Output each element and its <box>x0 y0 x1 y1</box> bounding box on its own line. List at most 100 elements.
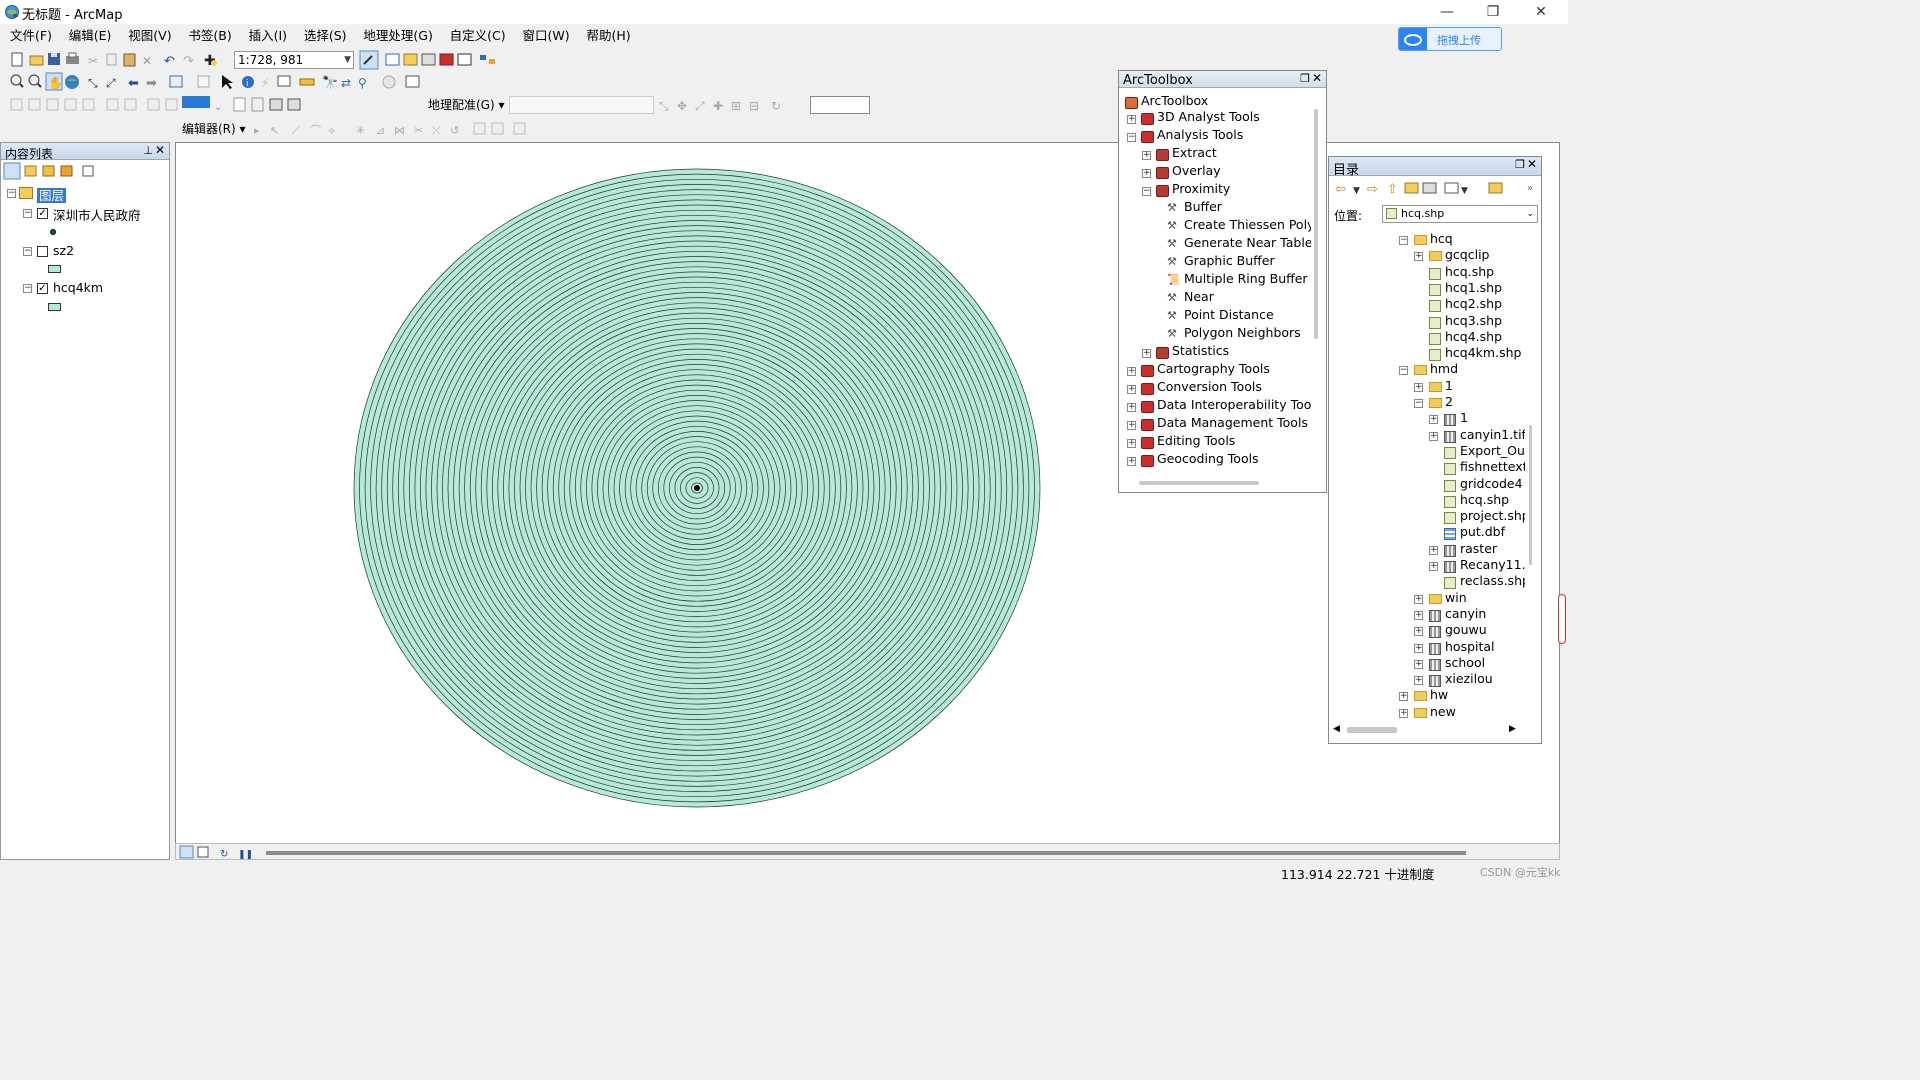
pin-icon[interactable]: ⊥ <box>143 144 153 157</box>
catalog-item[interactable]: new <box>1430 704 1456 719</box>
rotate-tool-icon[interactable]: ↺ <box>450 124 459 137</box>
layout-view-icon[interactable] <box>251 97 264 112</box>
add-data-icon[interactable]: ✚ <box>204 53 217 69</box>
zoom-in-icon[interactable] <box>10 74 24 88</box>
catalog-item[interactable]: raster <box>1460 541 1497 556</box>
copy-icon[interactable] <box>106 53 117 66</box>
expand-icon[interactable]: + <box>1142 349 1151 358</box>
toc-options-icon[interactable] <box>82 165 94 177</box>
layout-view-icon[interactable] <box>197 846 209 858</box>
back-extent-icon[interactable]: ⬅ <box>128 76 139 91</box>
arctoolbox-item[interactable]: Statistics <box>1172 343 1229 358</box>
chevron-down-icon[interactable]: ⌄ <box>214 102 222 113</box>
menu-view[interactable]: 视图(V) <box>128 26 171 46</box>
arctoolbox-item[interactable]: Point Distance <box>1184 307 1274 322</box>
print-icon[interactable] <box>66 52 79 64</box>
georeferencing-menu[interactable]: 地理配准(G) ▾ <box>428 96 505 113</box>
close-button[interactable]: ✕ <box>1518 0 1564 24</box>
html-popup-icon[interactable] <box>277 75 291 87</box>
catalog-item[interactable]: 2 <box>1445 394 1453 409</box>
viewer-window-icon[interactable] <box>405 75 420 88</box>
catalog-item[interactable]: school <box>1445 655 1485 670</box>
collapse-icon[interactable]: − <box>1142 187 1151 196</box>
save-icon[interactable] <box>48 53 60 65</box>
close-icon[interactable]: ✕ <box>1312 71 1322 85</box>
catalog-item[interactable]: gcqclip <box>1445 247 1490 262</box>
expand-icon[interactable]: + <box>1127 403 1136 412</box>
refresh-view-icon[interactable]: ↻ <box>220 849 228 860</box>
full-extent-icon[interactable] <box>65 75 79 89</box>
catalog-item[interactable]: 1 <box>1460 410 1468 425</box>
list-by-visibility-icon[interactable] <box>42 165 55 177</box>
redo-icon[interactable]: ↷ <box>183 54 195 69</box>
rotate-icon[interactable]: ⤡ <box>659 99 669 113</box>
expand-icon[interactable]: + <box>1414 643 1423 653</box>
pause-drawing-icon[interactable]: ❚❚ <box>238 850 253 860</box>
arctoolbox-item[interactable]: Data Management Tools <box>1157 415 1308 430</box>
menu-edit[interactable]: 编辑(E) <box>69 26 112 46</box>
catalog-item[interactable]: hcq.shp <box>1460 492 1509 507</box>
page-scroll-indicator[interactable] <box>1558 594 1566 644</box>
close-icon[interactable]: ✕ <box>1527 157 1537 171</box>
select-features-icon[interactable] <box>169 75 183 88</box>
catalog-item[interactable]: hcq3.shp <box>1445 313 1502 328</box>
list-by-source-icon[interactable] <box>24 165 37 177</box>
arctoolbox-item[interactable]: Buffer <box>1184 199 1222 214</box>
python-window-icon[interactable] <box>457 53 472 66</box>
select-elements-icon[interactable] <box>222 75 233 89</box>
menu-insert[interactable]: 插入(I) <box>249 26 287 46</box>
attributes-icon[interactable] <box>473 122 486 135</box>
catalog-item[interactable]: Export_Output <box>1460 443 1525 458</box>
catalog-item[interactable]: hospital <box>1445 639 1495 654</box>
expand-icon[interactable]: + <box>1399 708 1408 718</box>
close-icon[interactable]: ✕ <box>155 143 165 157</box>
table-of-contents-icon[interactable] <box>385 53 400 66</box>
expand-icon[interactable]: + <box>1429 415 1438 425</box>
catalog-item[interactable]: canyin <box>1445 606 1486 621</box>
menu-customize[interactable]: 自定义(C) <box>450 26 506 46</box>
catalog-item[interactable]: gouwu <box>1445 622 1487 637</box>
layer-name[interactable]: 深圳市人民政府 <box>53 205 141 224</box>
expand-icon[interactable]: + <box>1414 676 1423 686</box>
scroll-left-icon[interactable]: ◀ <box>1333 724 1340 734</box>
zoom-in-layout-icon[interactable] <box>10 98 23 111</box>
zoom-out-layout-icon[interactable] <box>28 98 41 111</box>
change-layout-icon[interactable] <box>269 98 283 111</box>
fixed-zoom-out-icon[interactable]: ⤢ <box>105 76 116 90</box>
layer-expander[interactable]: − <box>23 209 32 218</box>
arctoolbox-icon[interactable] <box>439 53 454 66</box>
collapse-icon[interactable]: − <box>1399 236 1408 245</box>
maximize-button[interactable]: ❐ <box>1470 0 1516 24</box>
zoom-out-icon[interactable] <box>28 74 42 88</box>
arctoolbox-item[interactable]: Graphic Buffer <box>1184 253 1275 268</box>
map-horizontal-scrollbar[interactable] <box>266 851 1466 855</box>
arctoolbox-item[interactable]: Create Thiessen Polygons <box>1184 217 1311 232</box>
create-features-icon[interactable] <box>513 122 526 135</box>
add-control-points-icon[interactable]: ✚ <box>713 99 723 113</box>
go-to-xy-icon[interactable]: ⚲ <box>358 76 367 90</box>
go-back-extent-icon[interactable] <box>147 98 160 111</box>
cut-icon[interactable]: ✂ <box>88 54 98 68</box>
clear-selection-icon[interactable] <box>197 75 210 88</box>
arctoolbox-item[interactable]: Data Interoperability Tools <box>1157 397 1311 412</box>
layer-name[interactable]: hcq4km <box>53 280 103 295</box>
delete-icon[interactable]: ✕ <box>142 54 152 68</box>
menu-windows[interactable]: 窗口(W) <box>522 26 569 46</box>
menu-file[interactable]: 文件(F) <box>10 26 52 46</box>
list-by-drawing-order-icon[interactable] <box>3 162 21 180</box>
page-icon[interactable] <box>233 97 246 112</box>
layer-visibility-checkbox[interactable]: ✓ <box>37 208 48 219</box>
identify-icon[interactable]: i <box>242 76 254 89</box>
layer-visibility-checkbox[interactable] <box>37 246 48 257</box>
find-route-icon[interactable]: ⇄ <box>341 76 351 90</box>
catalog-item[interactable]: hcq2.shp <box>1445 296 1502 311</box>
chevron-right-double-icon[interactable]: » <box>1527 183 1533 194</box>
fixed-zoom-layout-icon[interactable] <box>106 98 119 111</box>
catalog-item[interactable]: hcq4km.shp <box>1445 345 1521 360</box>
split-icon[interactable]: ⤬ <box>432 124 441 137</box>
hyperlink-icon[interactable]: ⚡ <box>261 76 269 90</box>
arctoolbox-item[interactable]: Geocoding Tools <box>1157 451 1259 466</box>
catalog-horizontal-scrollbar[interactable]: ◀ ▶ <box>1331 723 1531 737</box>
arctoolbox-item[interactable]: Generate Near Table <box>1184 235 1311 250</box>
edit-vertices-icon[interactable]: ⊿ <box>376 124 385 137</box>
